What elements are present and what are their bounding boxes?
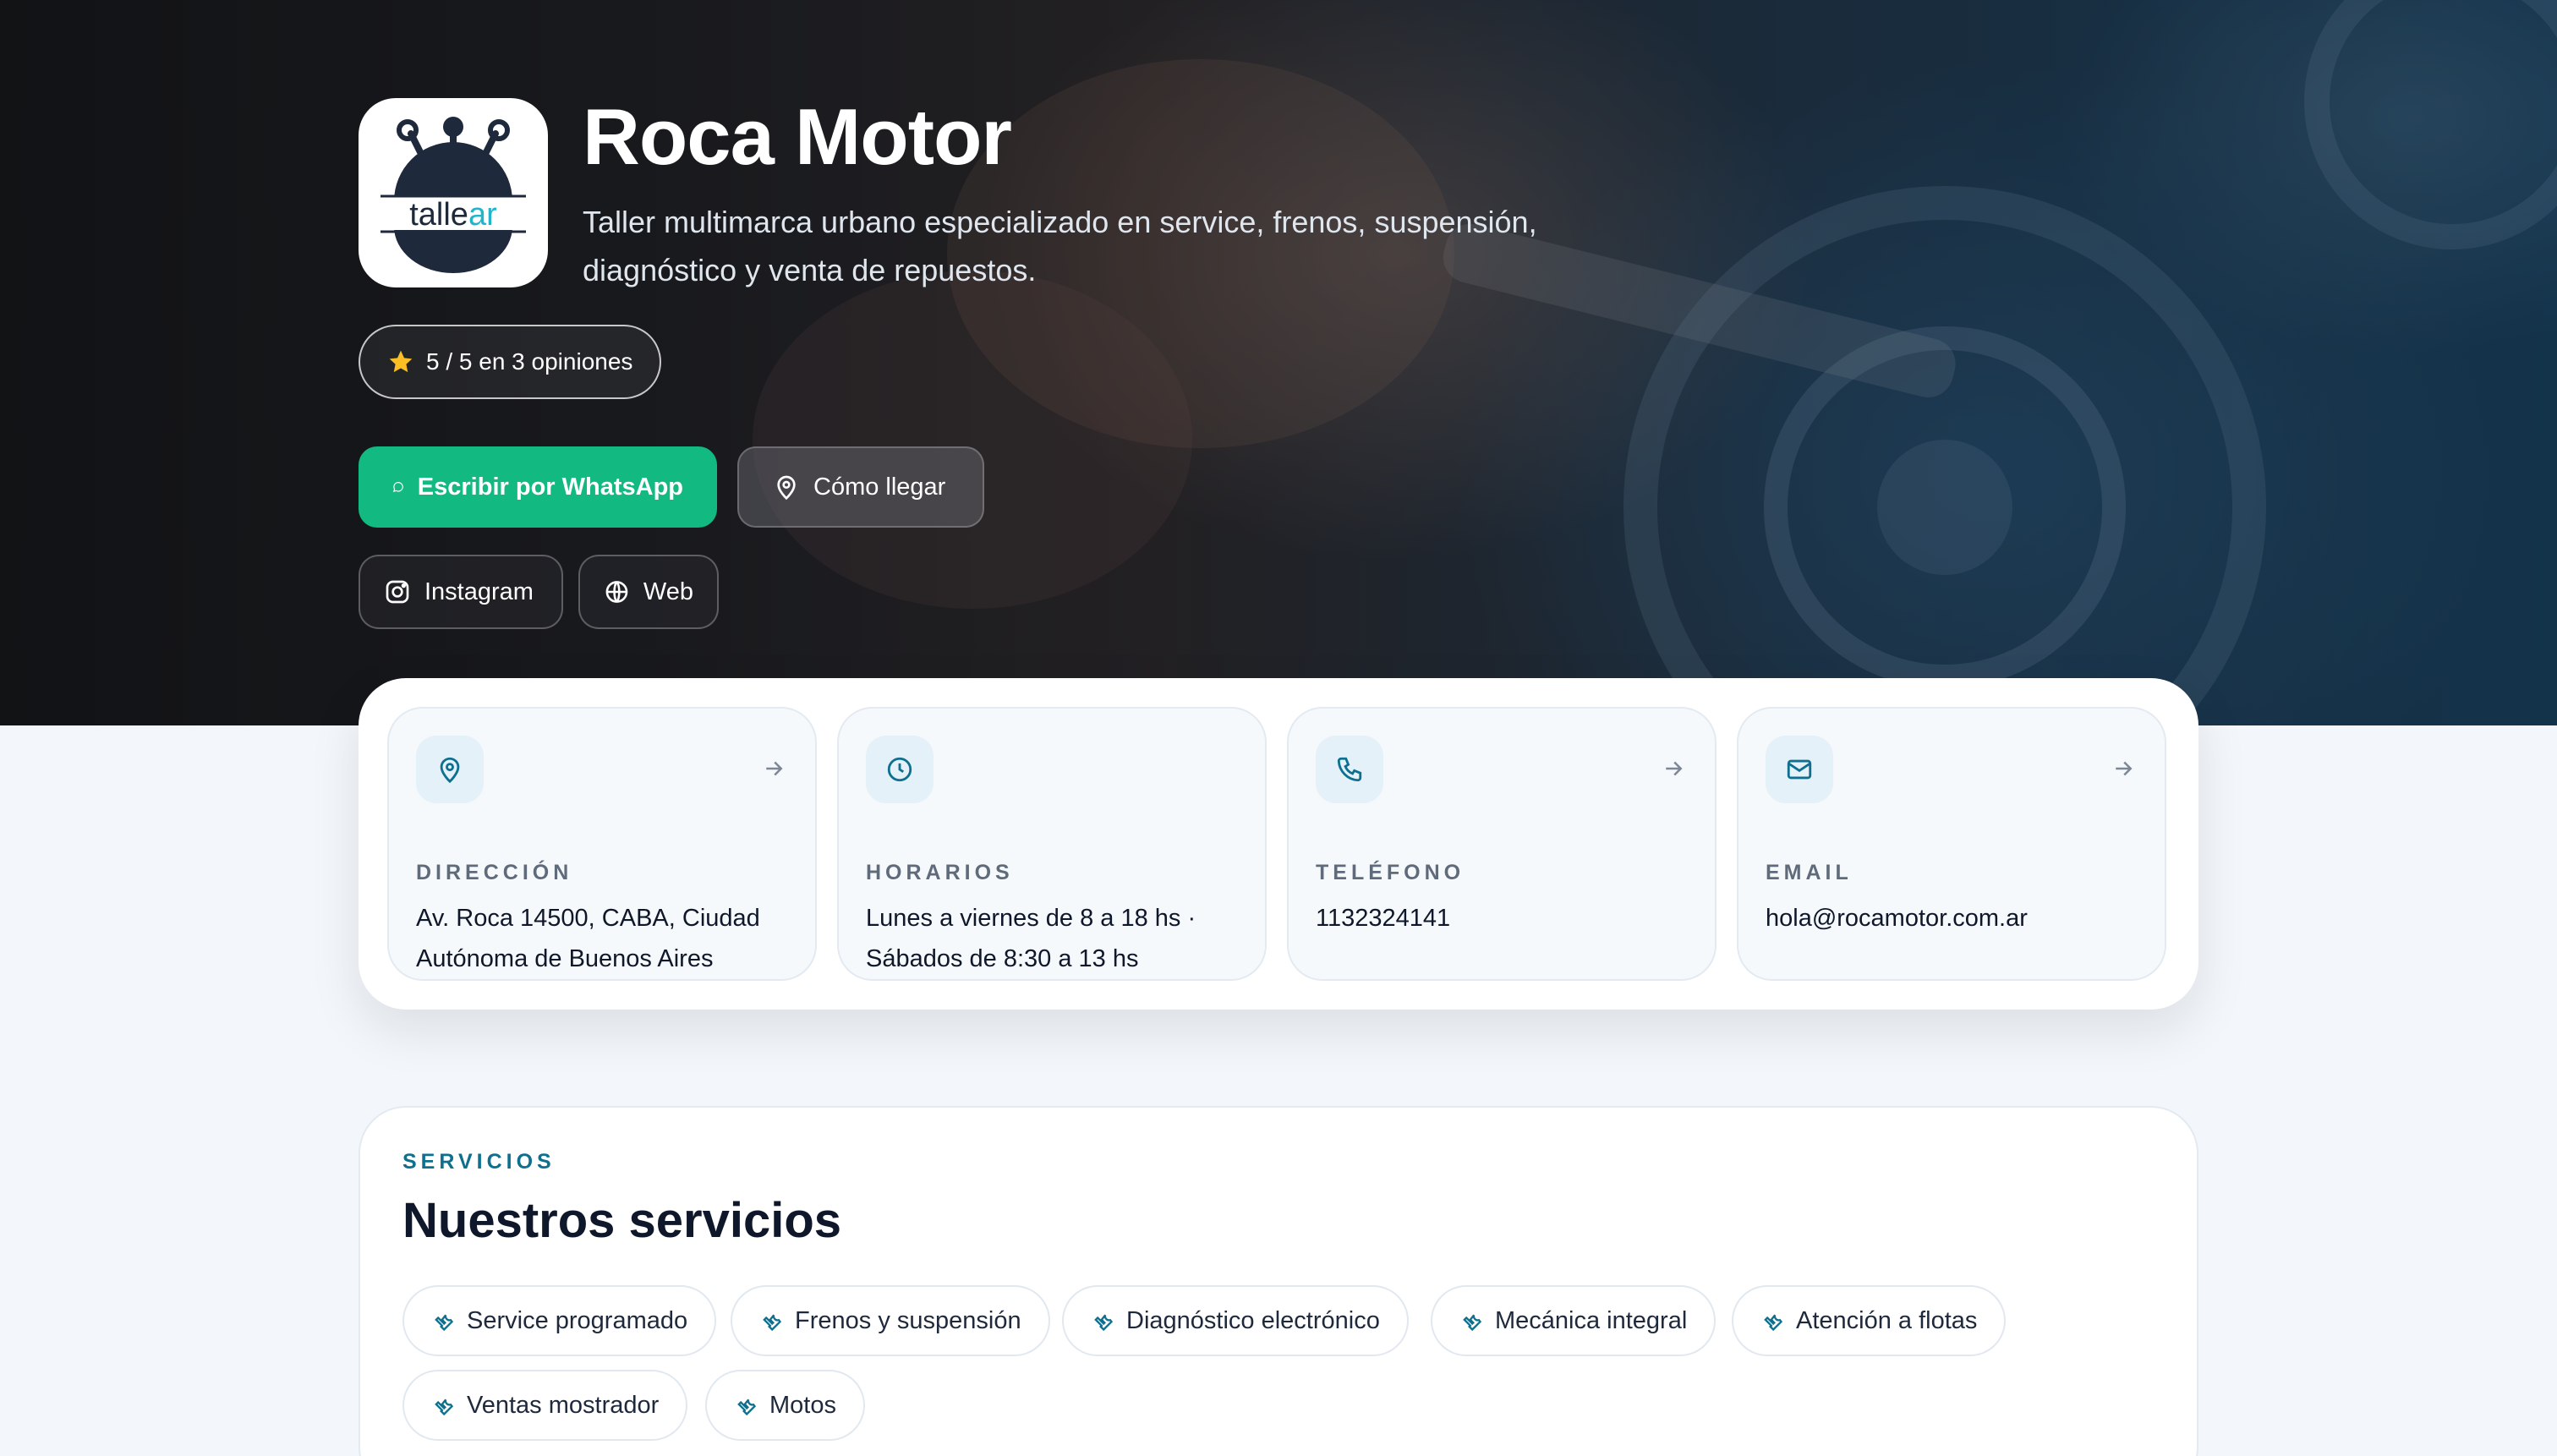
- arrow-right-icon: [1666, 761, 1683, 776]
- service-chip[interactable]: Mecánica integral: [1431, 1285, 1717, 1356]
- rating-text: 5 / 5 en 3 opiniones: [426, 348, 633, 375]
- info-card-address[interactable]: DIRECCIÓN Av. Roca 14500, CABA, Ciudad A…: [387, 707, 817, 981]
- logo-text-main: talle: [409, 197, 468, 233]
- directions-button-label: Cómo llegar: [813, 473, 946, 501]
- info-label: DIRECCIÓN: [416, 861, 573, 884]
- instagram-icon: [386, 580, 409, 604]
- map-pin-icon: [777, 475, 796, 501]
- info-label: EMAIL: [1766, 861, 1853, 884]
- rating-badge[interactable]: 5 / 5 en 3 opiniones: [359, 325, 662, 399]
- services-section: SERVICIOS Nuestros servicios Service pro…: [359, 1106, 2198, 1456]
- whatsapp-button-label: Escribir por WhatsApp: [417, 473, 683, 501]
- service-chip[interactable]: Motos: [705, 1370, 865, 1441]
- service-chip-label: Service programado: [467, 1306, 688, 1334]
- service-chip-label: Mecánica integral: [1495, 1306, 1688, 1334]
- contact-info-panel: DIRECCIÓN Av. Roca 14500, CABA, Ciudad A…: [359, 678, 2198, 1010]
- business-logo: tallear: [359, 98, 548, 287]
- service-chip-label: Motos: [769, 1391, 836, 1419]
- hero-banner: tallear Roca Motor Taller multimarca urb…: [0, 0, 2557, 725]
- mail-icon: [1787, 759, 1812, 780]
- wrench-icon: [763, 1314, 782, 1332]
- wrench-icon: [435, 1314, 454, 1332]
- wrench-icon: [1094, 1314, 1114, 1332]
- hours-value: Lunes a viernes de 8 a 18 hs · Sábados d…: [866, 905, 1196, 972]
- email-value: hola@rocamotor.com.ar: [1766, 905, 2028, 932]
- service-chip-label: Diagnóstico electrónico: [1126, 1306, 1380, 1334]
- info-card-hours: HORARIOS Lunes a viernes de 8 a 18 hs · …: [837, 707, 1267, 981]
- map-pin-icon: [440, 757, 460, 784]
- services-eyebrow: SERVICIOS: [402, 1150, 556, 1174]
- wrench-icon: [737, 1399, 757, 1416]
- business-description: Taller multimarca urbano especializado e…: [583, 205, 1537, 287]
- star-icon: [389, 350, 413, 373]
- whatsapp-icon: [392, 482, 403, 493]
- info-card-email[interactable]: EMAIL hola@rocamotor.com.ar: [1737, 707, 2166, 981]
- logo-text-accent: ar: [468, 197, 497, 233]
- service-chip-label: Atención a flotas: [1796, 1306, 1978, 1334]
- service-chip[interactable]: Atención a flotas: [1732, 1285, 2007, 1356]
- instagram-button-label: Instagram: [424, 577, 534, 605]
- phone-value: 1132324141: [1316, 905, 1451, 932]
- service-chip-label: Ventas mostrador: [467, 1391, 660, 1419]
- page-title: Roca Motor: [583, 92, 1012, 181]
- globe-icon: [605, 581, 628, 603]
- web-button-label: Web: [643, 577, 693, 605]
- info-label: TELÉFONO: [1316, 861, 1465, 884]
- services-title: Nuestros servicios: [402, 1193, 842, 1248]
- address-value: Av. Roca 14500, CABA, Ciudad Autónoma de…: [416, 905, 760, 972]
- arrow-right-icon: [766, 761, 783, 776]
- arrow-right-icon: [2116, 761, 2133, 776]
- service-chip[interactable]: Diagnóstico electrónico: [1062, 1285, 1409, 1356]
- wrench-icon: [1764, 1314, 1783, 1332]
- wrench-icon: [435, 1399, 454, 1416]
- clock-icon: [887, 757, 912, 782]
- service-chip[interactable]: Service programado: [402, 1285, 717, 1356]
- wrench-icon: [1463, 1314, 1482, 1332]
- service-chip[interactable]: Frenos y suspensión: [731, 1285, 1050, 1356]
- web-button[interactable]: Web: [578, 555, 719, 629]
- service-chip-label: Frenos y suspensión: [795, 1306, 1021, 1334]
- whatsapp-button[interactable]: Escribir por WhatsApp: [359, 446, 717, 528]
- directions-button[interactable]: Cómo llegar: [737, 446, 984, 528]
- instagram-button[interactable]: Instagram: [359, 555, 563, 629]
- info-label: HORARIOS: [866, 861, 1014, 884]
- info-card-phone[interactable]: TELÉFONO 1132324141: [1287, 707, 1717, 981]
- phone-icon: [1337, 757, 1362, 782]
- tallear-logo-icon: tallear: [381, 117, 526, 273]
- svg-text:tallear: tallear: [409, 197, 497, 233]
- service-chip[interactable]: Ventas mostrador: [402, 1370, 688, 1441]
